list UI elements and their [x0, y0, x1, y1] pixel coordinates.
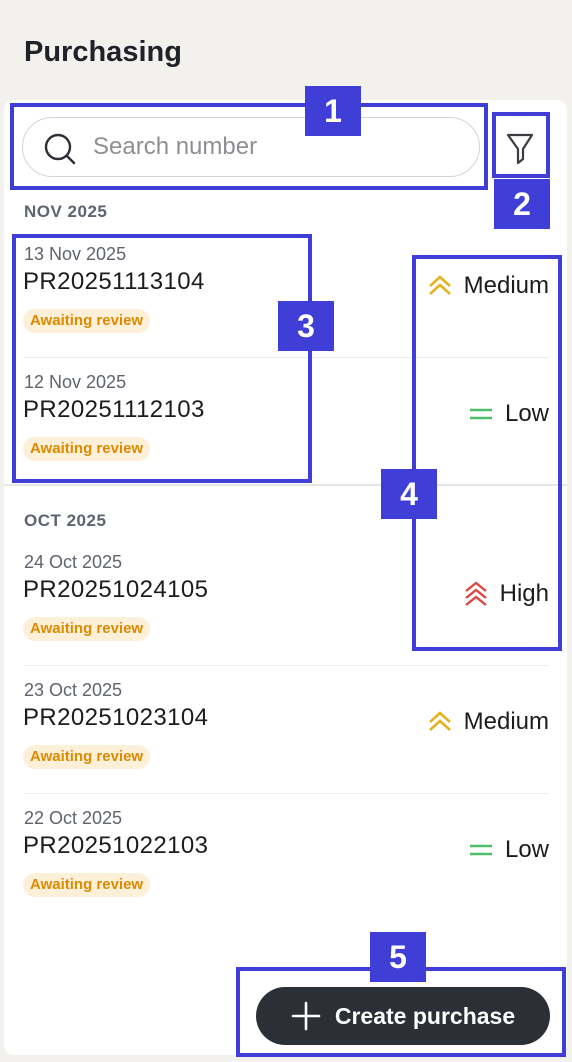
filter-button[interactable] [500, 127, 540, 171]
annotation-tag-2: 2 [494, 179, 550, 229]
status-badge: Awaiting review [23, 437, 151, 461]
search-field[interactable] [22, 117, 480, 177]
priority-high-icon [464, 581, 487, 606]
row-number: PR20251112103 [23, 396, 205, 423]
priority-low-icon [469, 408, 492, 420]
priority-medium-icon [428, 275, 451, 295]
search-icon [44, 133, 76, 165]
status-badge: Awaiting review [23, 873, 151, 897]
priority-indicator: Low [467, 834, 549, 866]
group-label-oct-2025: OCT 2025 [24, 511, 107, 530]
priority-indicator: Low [467, 398, 549, 430]
annotation-tag-1: 1 [305, 86, 361, 136]
priority-label: Low [504, 400, 549, 427]
create-purchase-label: Create purchase [334, 1002, 516, 1029]
purchase-row[interactable]: 12 Nov 2025 PR20251112103 Awaiting revie… [4, 358, 567, 486]
priority-label: Low [504, 836, 549, 863]
priority-indicator: High [462, 578, 549, 610]
priority-indicator: Medium [426, 706, 549, 738]
purchase-row[interactable]: 23 Oct 2025 PR20251023104 Awaiting revie… [4, 666, 567, 794]
row-number: PR20251024105 [23, 576, 209, 603]
row-number: PR20251022103 [23, 832, 209, 859]
row-date: 12 Nov 2025 [24, 372, 127, 392]
create-purchase-button[interactable]: Create purchase [256, 987, 550, 1045]
purchasing-screen: Purchasing NOV 2025 13 Nov 2025 PR202511… [0, 0, 572, 1062]
purchase-row[interactable]: 24 Oct 2025 PR20251024105 Awaiting revie… [4, 538, 567, 666]
priority-indicator: Medium [426, 270, 549, 302]
filter-icon [506, 133, 534, 165]
group-divider [4, 484, 567, 486]
priority-low-icon [469, 844, 492, 856]
row-date: 13 Nov 2025 [24, 244, 127, 264]
purchase-row[interactable]: 22 Oct 2025 PR20251022103 Awaiting revie… [4, 794, 567, 922]
priority-label: High [499, 580, 549, 607]
row-date: 22 Oct 2025 [24, 808, 123, 828]
annotation-tag-3: 3 [278, 301, 334, 351]
row-date: 23 Oct 2025 [24, 680, 123, 700]
status-badge: Awaiting review [23, 309, 151, 333]
plus-icon [291, 1001, 321, 1031]
status-badge: Awaiting review [23, 617, 151, 641]
priority-label: Medium [463, 272, 549, 299]
row-date: 24 Oct 2025 [24, 552, 123, 572]
status-badge: Awaiting review [23, 745, 151, 769]
row-number: PR20251023104 [23, 704, 209, 731]
row-number: PR20251113104 [23, 268, 205, 295]
search-input[interactable] [93, 130, 463, 164]
page-title: Purchasing [24, 36, 182, 68]
annotation-tag-5: 5 [370, 932, 426, 982]
group-label-nov-2025: NOV 2025 [24, 202, 108, 221]
annotation-tag-4: 4 [381, 469, 437, 519]
priority-medium-icon [428, 711, 451, 731]
priority-label: Medium [463, 708, 549, 735]
